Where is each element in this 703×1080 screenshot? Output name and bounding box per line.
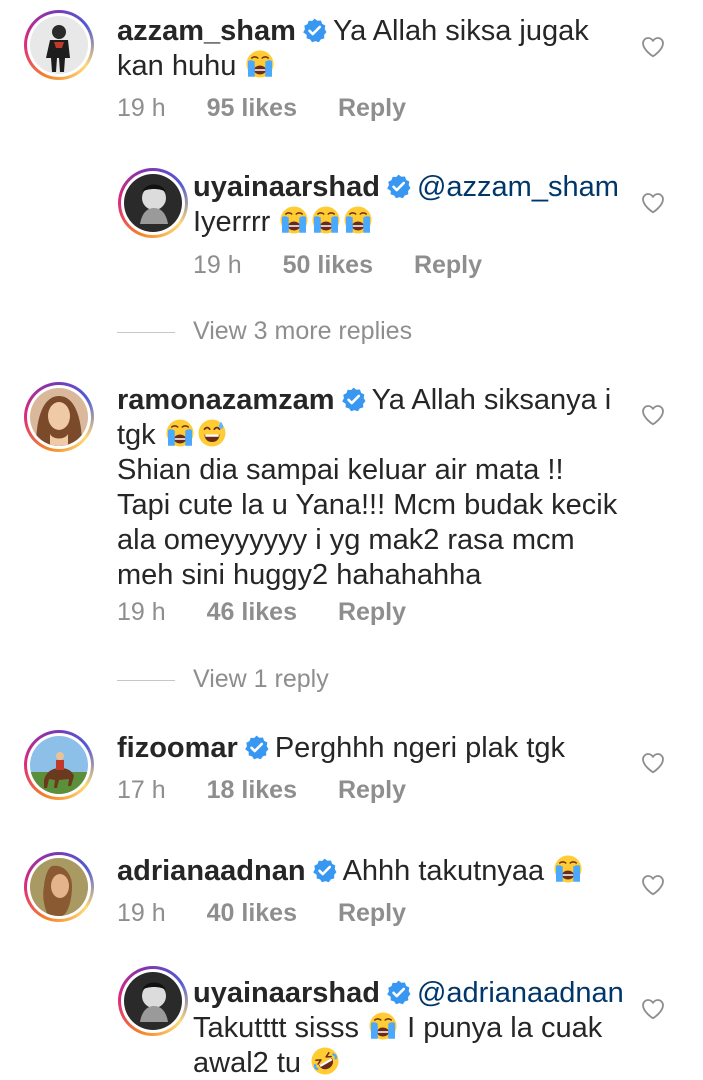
mention-link[interactable]: @azzam_sham: [417, 171, 619, 203]
likes-count[interactable]: 40 likes: [207, 899, 297, 927]
comment-body: uyainaarshad @azzam_sham Iyerrrr: [193, 170, 633, 240]
comment-text: tgk: [117, 419, 156, 451]
avatar[interactable]: [24, 382, 94, 452]
likes-count[interactable]: 95 likes: [207, 94, 297, 122]
comment-text: meh sini huggy2 hahahahha: [117, 559, 482, 591]
comment-text: Ya Allah siksa jugak: [332, 15, 589, 47]
comment-time: 19 h: [117, 94, 166, 122]
avatar-image: [30, 388, 88, 446]
comment-text: awal2 tu: [193, 1047, 302, 1079]
comment-time: 19 h: [117, 899, 166, 927]
username[interactable]: fizoomar: [117, 732, 238, 764]
comment-body: azzam_sham Ya Allah siksa jugak kan huhu: [117, 14, 617, 84]
likes-count[interactable]: 46 likes: [207, 598, 297, 626]
rolling-on-floor-laughing-emoji-icon: [310, 1046, 340, 1076]
heart-outline-icon[interactable]: [641, 874, 665, 896]
heart-outline-icon[interactable]: [641, 36, 665, 58]
comment-body: ramonazamzam Ya Allah siksanya i tgk Shia…: [117, 383, 657, 593]
comment-meta: 19 h 50 likes Reply: [193, 251, 516, 280]
comment-meta: 17 h 18 likes Reply: [117, 776, 440, 805]
view-more-replies-label: View 1 reply: [193, 665, 329, 693]
comment-text: ala omeyyyyyy i yg mak2 rasa mcm: [117, 524, 575, 556]
username[interactable]: azzam_sham: [117, 15, 296, 47]
comment-text: Tapi cute la u Yana!!! Mcm budak kecik: [117, 489, 618, 521]
username[interactable]: adrianaadnan: [117, 855, 306, 887]
verified-badge-icon: [244, 735, 269, 760]
avatar[interactable]: [118, 168, 188, 238]
verified-badge-icon: [312, 858, 337, 883]
comments-list: azzam_sham Ya Allah siksa jugak kan huhu …: [0, 0, 703, 1080]
comment-body: fizoomar Perghhh ngeri plak tgk: [117, 731, 637, 766]
username[interactable]: ramonazamzam: [117, 384, 335, 416]
comment-text: Ya Allah siksanya i: [371, 384, 612, 416]
comment-meta: 19 h 40 likes Reply: [117, 899, 440, 928]
comment-meta: 19 h 95 likes Reply: [117, 94, 440, 123]
heart-outline-icon[interactable]: [641, 192, 665, 214]
verified-badge-icon: [341, 387, 366, 412]
heart-outline-icon[interactable]: [641, 404, 665, 426]
avatar-image: [30, 16, 88, 74]
view-more-replies-label: View 3 more replies: [193, 317, 413, 345]
comment-text: Iyerrrr: [193, 206, 271, 238]
avatar-image: [124, 174, 182, 232]
mention-link[interactable]: @adrianaadnan: [417, 977, 624, 1009]
reply-button[interactable]: Reply: [338, 94, 406, 122]
comment-text: I punya la cuak: [407, 1012, 603, 1044]
avatar-image: [30, 858, 88, 916]
comment-text: Shian dia sampai keluar air mata !!: [117, 454, 564, 486]
comment-text: Takutttt sisss: [193, 1012, 359, 1044]
avatar-image: [30, 736, 88, 794]
avatar[interactable]: [24, 730, 94, 800]
likes-count[interactable]: 50 likes: [283, 251, 373, 279]
crying-emoji-icon: [553, 854, 583, 884]
comment-text: Ahhh takutnyaa: [342, 855, 545, 887]
crying-emoji-icon: [311, 205, 341, 235]
crying-emoji-icon: [368, 1011, 398, 1041]
likes-count[interactable]: 18 likes: [207, 776, 297, 804]
crying-emoji-icon: [165, 418, 195, 448]
reply-button[interactable]: Reply: [338, 598, 406, 626]
view-more-replies-button[interactable]: View 1 reply: [117, 665, 329, 694]
avatar[interactable]: [24, 852, 94, 922]
divider-line: [117, 679, 175, 681]
comment-time: 19 h: [117, 598, 166, 626]
avatar[interactable]: [24, 10, 94, 80]
comment-body: adrianaadnan Ahhh takutnyaa: [117, 854, 637, 889]
avatar-image: [124, 972, 182, 1030]
heart-outline-icon[interactable]: [641, 998, 665, 1020]
crying-emoji-icon: [343, 205, 373, 235]
crying-emoji-icon: [279, 205, 309, 235]
avatar[interactable]: [118, 966, 188, 1036]
grinning-sweat-emoji-icon: [197, 418, 227, 448]
comment-meta: 19 h 46 likes Reply: [117, 598, 440, 627]
username[interactable]: uyainaarshad: [193, 171, 380, 203]
reply-button[interactable]: Reply: [414, 251, 482, 279]
verified-badge-icon: [386, 980, 411, 1005]
divider-line: [117, 331, 175, 333]
username[interactable]: uyainaarshad: [193, 977, 380, 1009]
comment-time: 17 h: [117, 776, 166, 804]
heart-outline-icon[interactable]: [641, 752, 665, 774]
crying-emoji-icon: [245, 49, 275, 79]
verified-badge-icon: [386, 174, 411, 199]
reply-button[interactable]: Reply: [338, 776, 406, 804]
verified-badge-icon: [302, 18, 327, 43]
comment-text: kan huhu: [117, 50, 237, 82]
comment-body: uyainaarshad @adrianaadnan Takutttt sisss…: [193, 976, 653, 1080]
view-more-replies-button[interactable]: View 3 more replies: [117, 317, 412, 346]
reply-button[interactable]: Reply: [338, 899, 406, 927]
comment-text: Perghhh ngeri plak tgk: [274, 732, 566, 764]
comment-time: 19 h: [193, 251, 242, 279]
